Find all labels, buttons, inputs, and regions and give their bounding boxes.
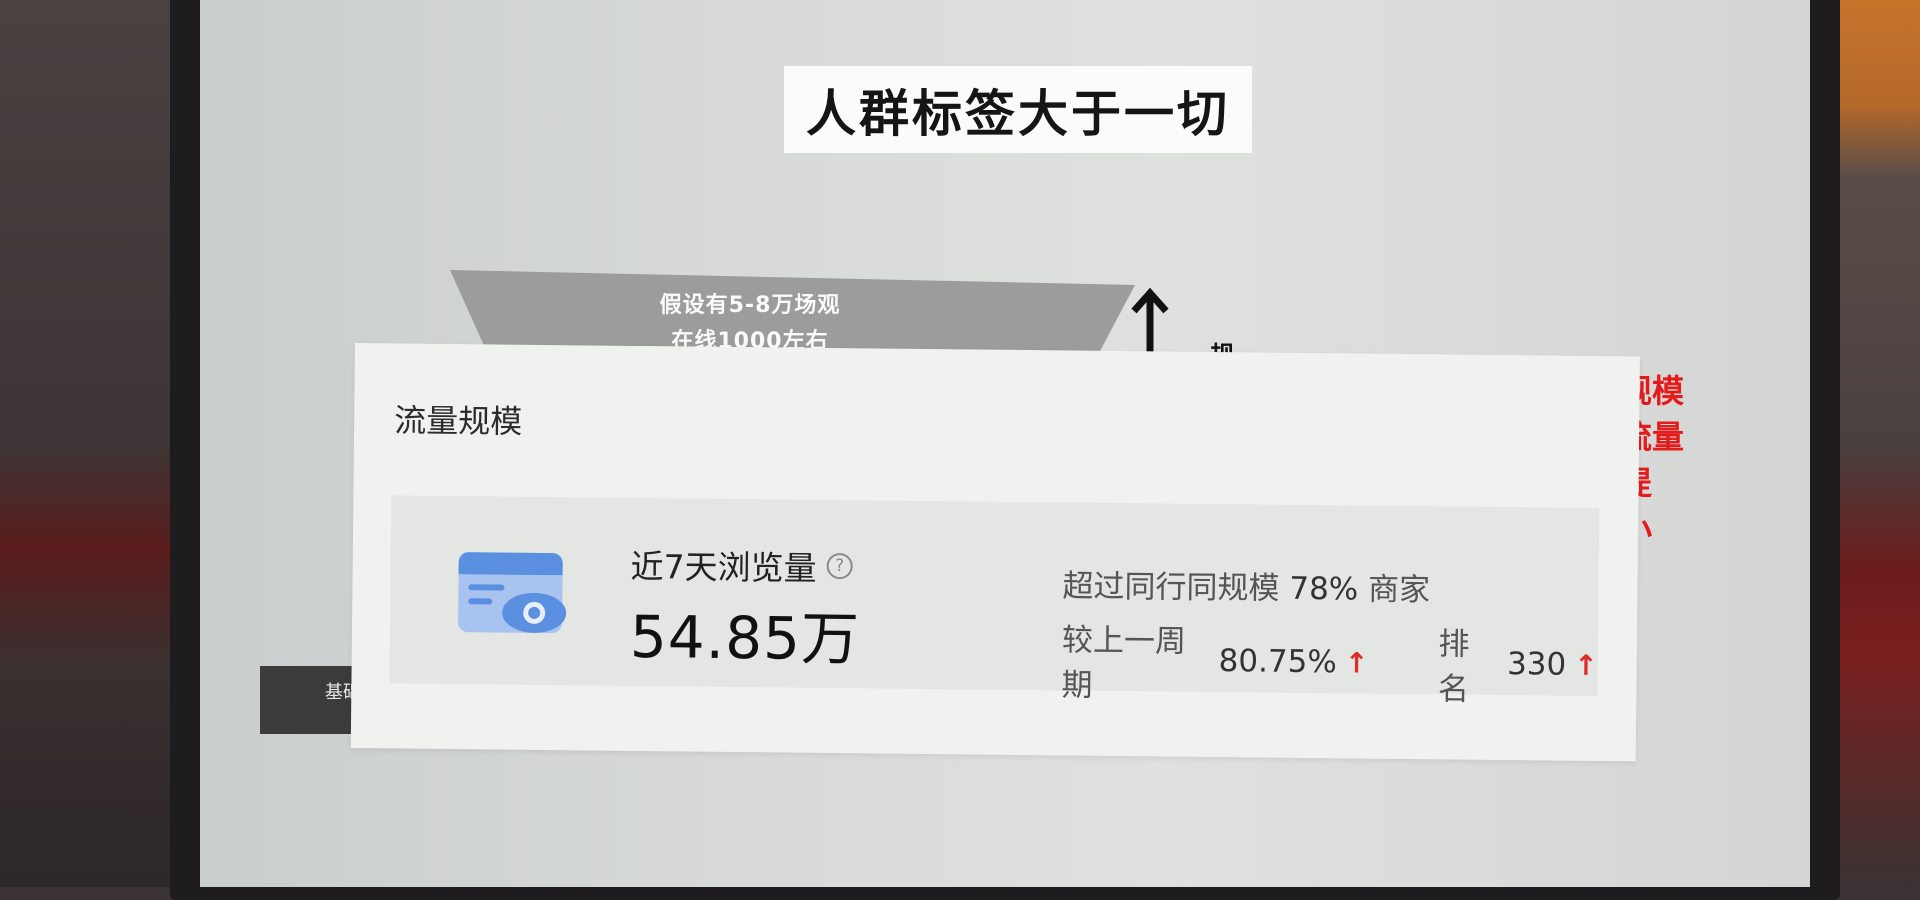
traffic-scale-card: 流量规模 近7天浏览量 ? 54.85万 超过同行同规模 78% 商家 较上一周…: [350, 343, 1640, 762]
funnel-line-1: 假设有5-8万场观: [659, 293, 841, 318]
peer-comparison: 超过同行同规模 78% 商家: [1062, 560, 1430, 609]
slide-title: 人群标签大于一切: [784, 66, 1252, 153]
red-note-line: 小: [1620, 506, 1770, 552]
compare-value: 78%: [1289, 570, 1359, 608]
up-arrow-icon: ↑: [1344, 645, 1369, 680]
card-title: 流量规模: [393, 401, 523, 441]
period-value: 80.75%: [1218, 643, 1338, 681]
metric-label-row: 近7天浏览量 ?: [630, 540, 853, 590]
red-note-line: 流量: [1620, 418, 1685, 456]
metric-value: 54.85万: [629, 602, 861, 674]
metric-label: 近7天浏览量: [630, 546, 817, 588]
period-stats: 较上一周期 80.75% ↑ 排名 330 ↑: [1061, 614, 1598, 710]
browse-view-icon: [458, 552, 567, 634]
period-label: 较上一周期: [1061, 622, 1187, 704]
rank-label: 排名: [1437, 626, 1470, 708]
compare-suffix: 商家: [1367, 571, 1431, 609]
red-note-line: 提: [1620, 460, 1770, 506]
metric-panel: 近7天浏览量 ? 54.85万 超过同行同规模 78% 商家 较上一周期 80.…: [389, 495, 1600, 708]
up-arrow-icon: ↑: [1574, 648, 1598, 682]
red-note-line: 规模: [1620, 372, 1685, 410]
red-note: 规模 流量 提 小: [1620, 368, 1770, 552]
question-circle-icon[interactable]: ?: [826, 552, 853, 580]
compare-prefix: 超过同行同规模: [1062, 568, 1280, 607]
rank-value: 330: [1506, 646, 1567, 683]
